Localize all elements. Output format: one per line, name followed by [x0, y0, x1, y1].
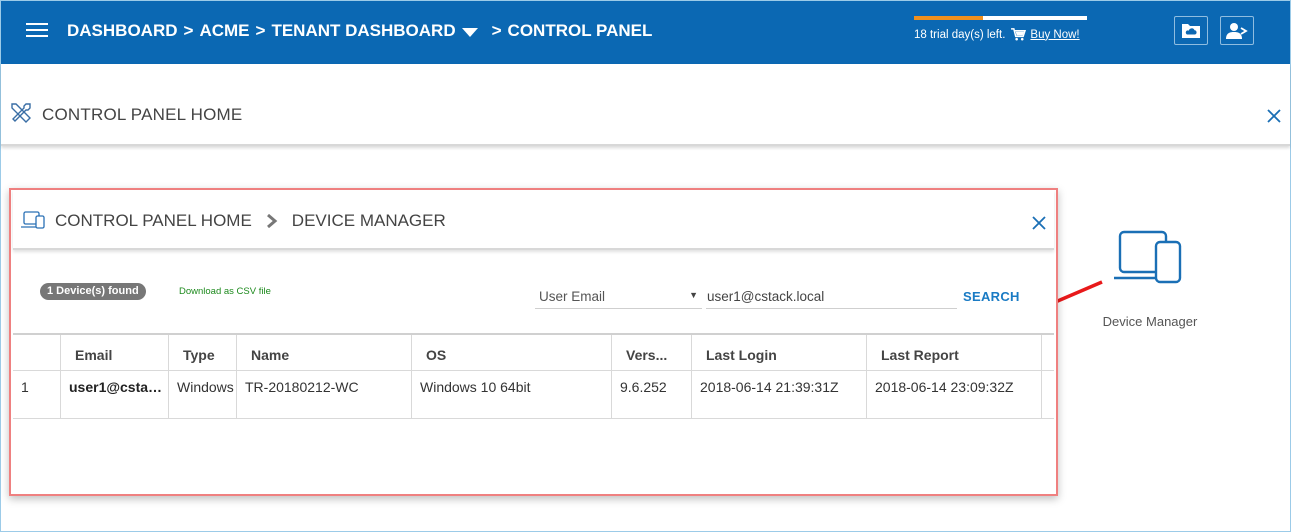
breadcrumb: DASHBOARD > ACME > TENANT DASHBOARD > CO… — [67, 21, 652, 41]
cell-version: 9.6.252 — [612, 371, 692, 418]
close-icon[interactable] — [1032, 216, 1046, 230]
tools-icon — [11, 103, 31, 123]
column-header-os[interactable]: OS — [412, 335, 612, 370]
menu-icon[interactable] — [26, 23, 48, 41]
chevron-right-icon — [266, 214, 278, 228]
cell-last-report: 2018-06-14 23:09:32Z — [867, 371, 1042, 418]
cell-last-login: 2018-06-14 21:39:31Z — [692, 371, 867, 418]
column-header-name[interactable]: Name — [237, 335, 412, 370]
dialog-header: CONTROL PANEL HOME DEVICE MANAGER — [13, 190, 1054, 250]
table-header-row: Email Type Name OS Vers... Last Login La… — [13, 333, 1054, 371]
devices-icon — [1114, 230, 1182, 284]
search-button[interactable]: SEARCH — [963, 289, 1020, 304]
column-header-email[interactable]: Email — [61, 335, 169, 370]
dialog-breadcrumb: CONTROL PANEL HOME DEVICE MANAGER — [55, 211, 446, 231]
caret-down-icon[interactable] — [461, 27, 478, 37]
cloud-folder-button[interactable] — [1174, 16, 1208, 45]
trial-progress-bar — [914, 16, 1087, 20]
top-bar: DASHBOARD > ACME > TENANT DASHBOARD > CO… — [1, 1, 1290, 64]
column-header-index — [13, 335, 61, 370]
device-manager-dialog: CONTROL PANEL HOME DEVICE MANAGER 1 Devi… — [9, 188, 1058, 496]
cart-icon — [1011, 28, 1027, 41]
user-exit-icon — [1226, 22, 1248, 39]
breadcrumb-tenant-dashboard[interactable]: TENANT DASHBOARD — [271, 21, 455, 41]
user-menu-button[interactable] — [1220, 16, 1254, 45]
download-csv-link[interactable]: Download as CSV file — [179, 286, 271, 297]
breadcrumb-control-panel: CONTROL PANEL — [507, 21, 653, 40]
column-header-last-report[interactable]: Last Report — [867, 335, 1042, 370]
devices-icon — [21, 211, 45, 229]
chevron-down-icon: ▼ — [689, 290, 698, 300]
filter-field-select[interactable]: User Email ▼ — [535, 285, 702, 309]
filter-field-value: User Email — [539, 289, 606, 304]
column-header-version[interactable]: Vers... — [612, 335, 692, 370]
cell-name: TR-20180212-WC — [237, 371, 412, 418]
cell-type: Windows — [169, 371, 237, 418]
trial-days-text: 18 trial day(s) left. — [914, 28, 1006, 41]
breadcrumb-acme[interactable]: ACME — [199, 21, 249, 41]
close-icon[interactable] — [1266, 108, 1282, 124]
breadcrumb-control-panel-home[interactable]: CONTROL PANEL HOME — [55, 211, 252, 231]
device-manager-tile[interactable]: Device Manager — [1090, 222, 1210, 332]
cloud-folder-icon — [1182, 24, 1200, 38]
cell-os: Windows 10 64bit — [412, 371, 612, 418]
buy-now-link[interactable]: Buy Now! — [1030, 29, 1079, 41]
breadcrumb-separator: > — [491, 21, 502, 40]
breadcrumb-separator: > — [183, 21, 194, 40]
trial-status: 18 trial day(s) left. Buy Now! — [914, 28, 1080, 41]
table-row[interactable]: 1 user1@cstack.local Windows TR-20180212… — [13, 371, 1054, 419]
column-header-type[interactable]: Type — [169, 335, 237, 370]
device-manager-label: Device Manager — [1102, 314, 1198, 329]
search-input[interactable] — [706, 285, 957, 309]
trial-progress-fill — [914, 16, 984, 20]
breadcrumb-separator: > — [255, 21, 266, 40]
control-panel-header: CONTROL PANEL HOME — [1, 64, 1290, 146]
breadcrumb-dashboard[interactable]: DASHBOARD — [67, 21, 178, 41]
devices-found-badge: 1 Device(s) found — [40, 283, 146, 300]
page-title: CONTROL PANEL HOME — [42, 105, 243, 124]
cell-email: user1@cstack.local — [61, 371, 169, 418]
column-header-last-login[interactable]: Last Login — [692, 335, 867, 370]
breadcrumb-device-manager: DEVICE MANAGER — [291, 211, 446, 230]
cell-index: 1 — [13, 371, 61, 418]
